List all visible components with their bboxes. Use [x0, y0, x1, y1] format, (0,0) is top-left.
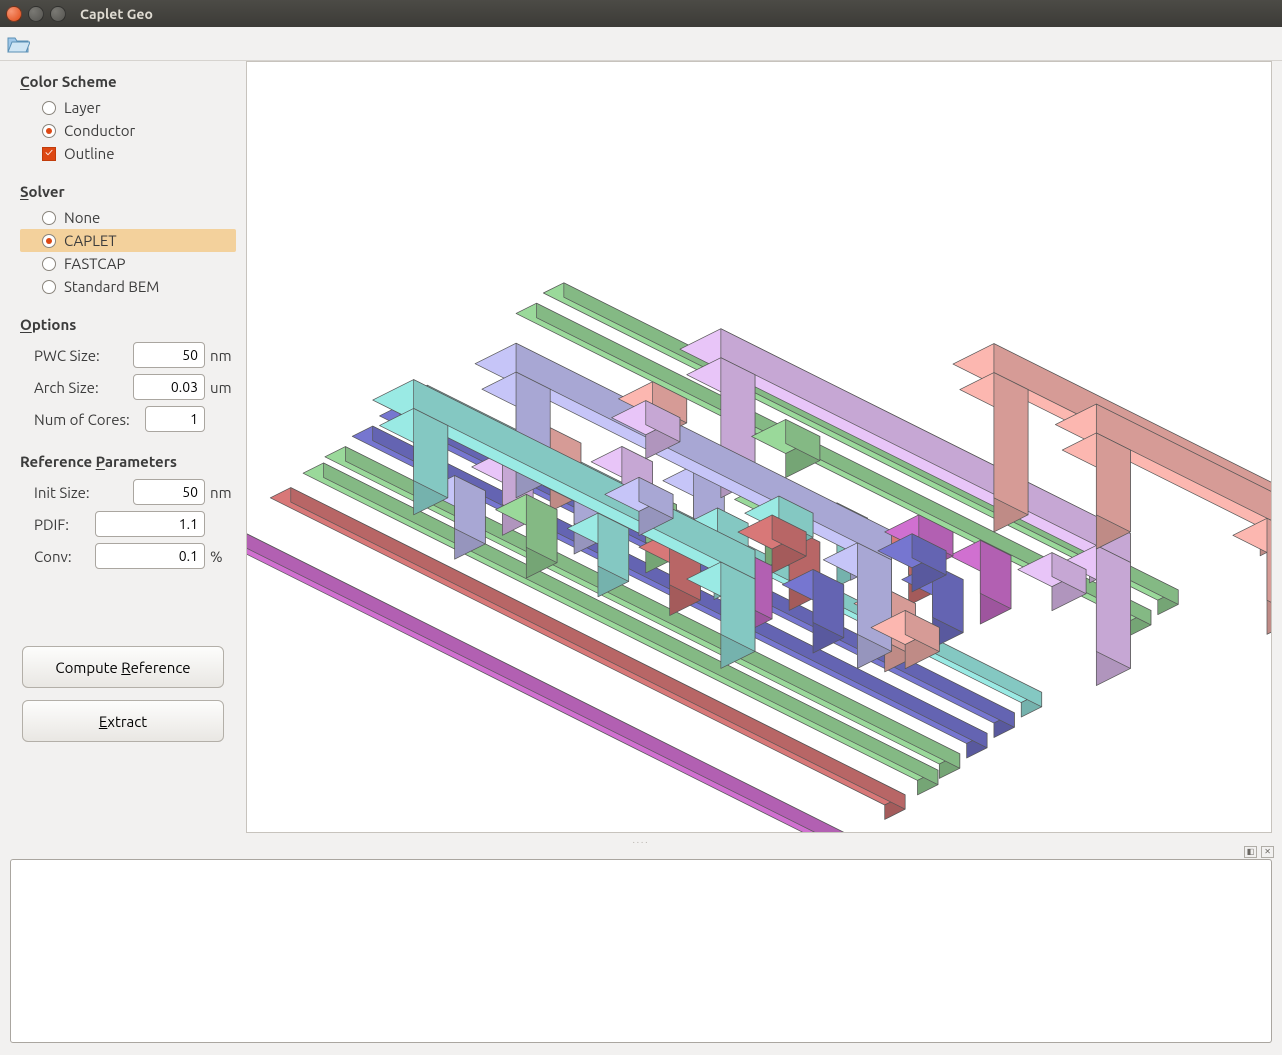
pdif-input[interactable] [95, 511, 205, 537]
radio-icon [42, 234, 56, 248]
pdif-row: PDIF: [20, 508, 236, 540]
field-label: PWC Size: [34, 347, 100, 364]
toolbar [0, 27, 1282, 61]
window-titlebar: Caplet Geo [0, 0, 1282, 27]
geometry-scene [247, 283, 1271, 832]
option-label: Layer [64, 99, 101, 116]
compute-reference-button[interactable]: Compute Reference [22, 646, 224, 688]
pwc-size-row: PWC Size: nm [20, 339, 236, 371]
color-scheme-outline[interactable]: Outline [20, 142, 236, 165]
unit-label: nm [210, 484, 236, 501]
window-close-button[interactable] [6, 6, 22, 22]
num-cores-row: Num of Cores: [20, 403, 236, 435]
window-minimize-button[interactable] [28, 6, 44, 22]
solver-standard-bem[interactable]: Standard BEM [20, 275, 236, 298]
option-label: Conductor [64, 122, 135, 139]
radio-icon [42, 280, 56, 294]
field-label: PDIF: [34, 516, 69, 533]
pwc-size-input[interactable] [133, 342, 205, 368]
solver-caplet[interactable]: CAPLET [20, 229, 236, 252]
extract-button[interactable]: Extract [22, 700, 224, 742]
options-title: Options [20, 316, 236, 333]
field-label: Init Size: [34, 484, 90, 501]
solver-none[interactable]: None [20, 206, 236, 229]
field-label: Arch Size: [34, 379, 99, 396]
arch-size-input[interactable] [133, 374, 205, 400]
num-cores-input[interactable] [145, 406, 205, 432]
dock-float-icon[interactable]: ◧ [1244, 846, 1258, 858]
conv-input[interactable] [95, 543, 205, 569]
solver-fastcap[interactable]: FASTCAP [20, 252, 236, 275]
unit-label: um [210, 379, 236, 396]
reference-title: Reference Parameters [20, 453, 236, 470]
color-scheme-layer[interactable]: Layer [20, 96, 236, 119]
radio-icon [42, 124, 56, 138]
window-maximize-button[interactable] [50, 6, 66, 22]
arch-size-row: Arch Size: um [20, 371, 236, 403]
checkbox-icon [42, 147, 56, 161]
color-scheme-conductor[interactable]: Conductor [20, 119, 236, 142]
field-label: Num of Cores: [34, 411, 130, 428]
option-label: Standard BEM [64, 278, 159, 295]
conv-row: Conv: % [20, 540, 236, 572]
settings-sidebar: Color Scheme Layer Conductor Outline Sol… [0, 61, 246, 839]
radio-icon [42, 211, 56, 225]
radio-icon [42, 101, 56, 115]
radio-icon [42, 257, 56, 271]
option-label: FASTCAP [64, 255, 126, 272]
console-dock-controls: ◧ ✕ [0, 845, 1282, 859]
option-label: Outline [64, 145, 115, 162]
color-scheme-group: Color Scheme Layer Conductor Outline [20, 73, 236, 165]
init-size-row: Init Size: nm [20, 476, 236, 508]
init-size-input[interactable] [133, 479, 205, 505]
open-file-icon[interactable] [6, 33, 30, 55]
console-output[interactable] [10, 859, 1272, 1043]
color-scheme-title: Color Scheme [20, 73, 236, 90]
window-title: Caplet Geo [80, 6, 153, 22]
dock-close-icon[interactable]: ✕ [1261, 846, 1274, 858]
solver-title: Solver [20, 183, 236, 200]
unit-label: nm [210, 347, 236, 364]
reference-group: Reference Parameters Init Size: nm PDIF:… [20, 453, 236, 572]
option-label: CAPLET [64, 232, 117, 249]
geometry-viewport[interactable] [246, 61, 1272, 833]
unit-label: % [210, 548, 236, 565]
solver-group: Solver None CAPLET FASTCAP Standard BEM [20, 183, 236, 298]
field-label: Conv: [34, 548, 72, 565]
options-group: Options PWC Size: nm Arch Size: um Num o… [20, 316, 236, 435]
option-label: None [64, 209, 100, 226]
